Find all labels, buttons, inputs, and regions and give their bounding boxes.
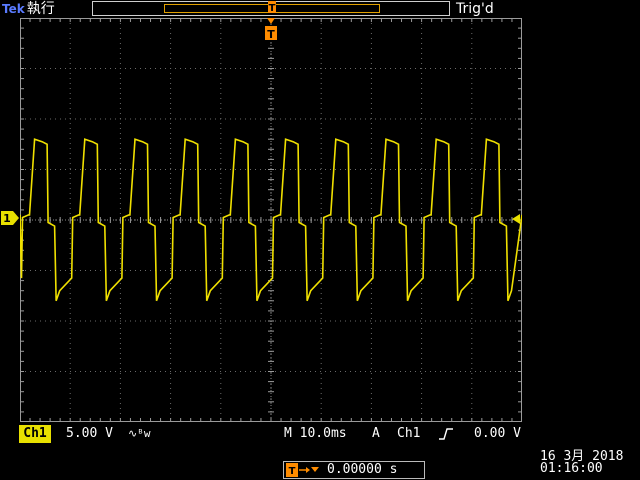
trigger-source-channel: Ch1 xyxy=(397,426,421,441)
record-trigger-marker-icon: T xyxy=(268,1,276,14)
svg-text:T: T xyxy=(267,28,275,41)
ch1-volts-per-div: 5.00 V xyxy=(66,426,113,441)
rising-edge-icon xyxy=(439,428,453,440)
brand-status: Tek 執行 xyxy=(2,0,55,18)
horizontal-position-icon: T xyxy=(286,463,319,477)
svg-text:T: T xyxy=(269,3,276,14)
trigger-position-marker-icon[interactable]: T xyxy=(264,16,278,42)
bandwidth-limit-icon: ∿ᴮw xyxy=(128,427,151,440)
graticule xyxy=(20,18,522,422)
trigger-level-readout: 0.00 V xyxy=(474,426,521,441)
brand-logo: Tek xyxy=(2,2,25,16)
svg-text:T: T xyxy=(289,466,296,477)
horizontal-position-value: 0.00000 s xyxy=(327,462,398,477)
time-readout: 01:16:00 xyxy=(540,461,603,476)
ch1-ground-marker-icon[interactable]: 1 xyxy=(0,210,20,226)
trigger-level-marker-icon[interactable] xyxy=(511,213,521,225)
trigger-type-label: A xyxy=(372,426,380,441)
acquisition-state: 執行 xyxy=(26,1,55,17)
scope-display[interactable] xyxy=(20,18,522,422)
timebase-readout: M 10.0ms xyxy=(284,426,347,441)
trigger-status: Trig'd xyxy=(456,1,494,17)
ch1-label[interactable]: Ch1 xyxy=(19,425,51,443)
ch1-marker-label: 1 xyxy=(3,212,11,225)
